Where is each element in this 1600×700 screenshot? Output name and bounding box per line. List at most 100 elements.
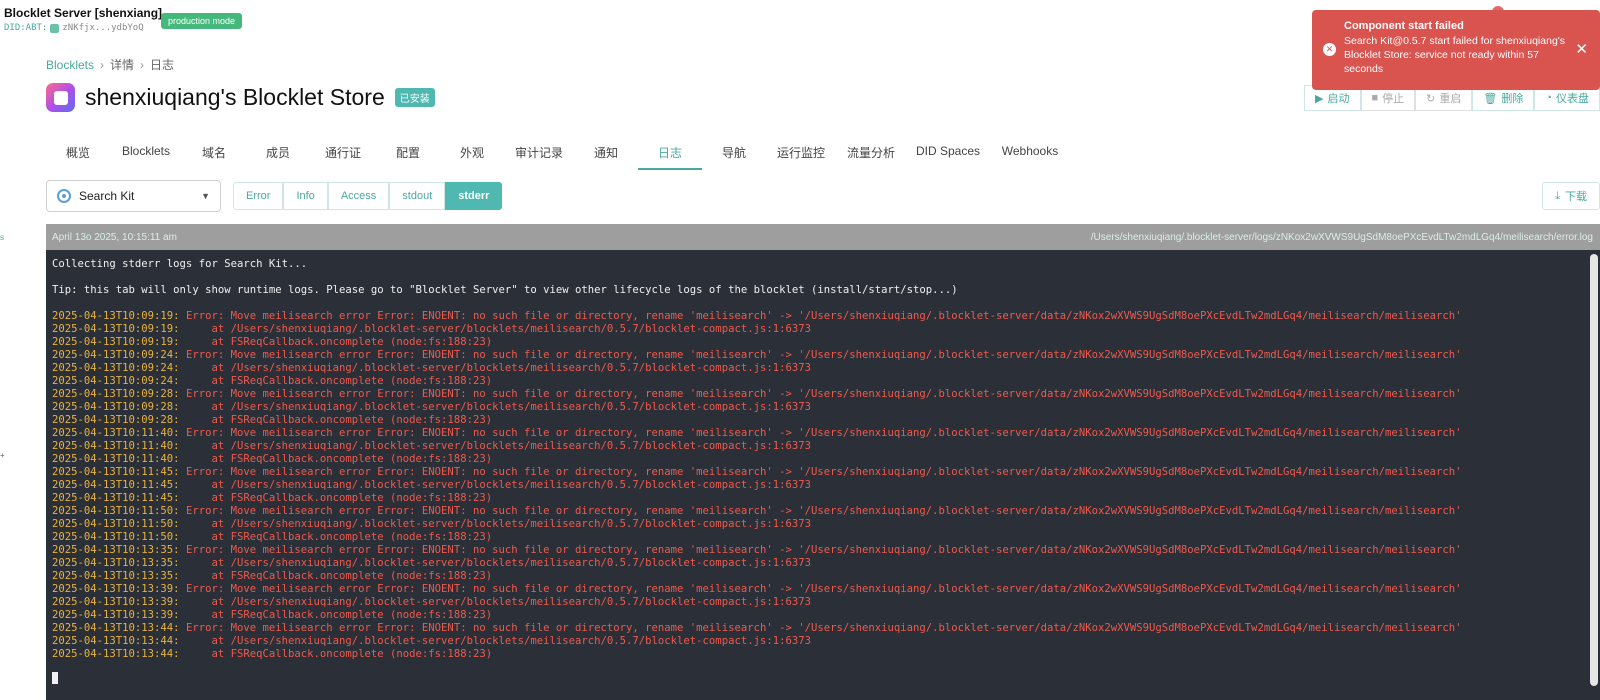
log-row: 2025-04-13T10:13:44: Error: Move meilise… [52, 622, 1594, 635]
download-button[interactable]: ⤓ 下载 [1542, 182, 1600, 210]
trash-icon: 🗑 [1483, 92, 1498, 105]
filter-button-error[interactable]: Error [233, 182, 284, 210]
log-message: Error: Move meilisearch error Error: ENO… [179, 310, 1462, 322]
log-file-path: /Users/shenxiuqiang/.blocklet-server/log… [1090, 231, 1593, 243]
stop-icon: ■ [1371, 92, 1379, 104]
page-title: shenxiuqiang's Blocklet Store [85, 84, 385, 110]
log-row: 2025-04-13T10:11:40: at /Users/shenxiuqi… [52, 440, 1594, 453]
terminal-cursor [52, 672, 58, 684]
log-row: 2025-04-13T10:11:45: at FSReqCallback.on… [52, 492, 1594, 505]
tab-13[interactable]: DID Spaces [906, 137, 990, 170]
filter-button-info[interactable]: Info [283, 182, 328, 210]
toast-message: Search Kit@0.5.7 start failed for shenxi… [1344, 35, 1566, 75]
log-timestamp: 2025-04-13T10:09:28: [52, 414, 180, 426]
download-icon: ⤓ [1555, 189, 1560, 202]
log-timestamp: 2025-04-13T10:09:24: [52, 349, 180, 361]
tab-14[interactable]: Webhooks [990, 137, 1070, 170]
filter-button-stderr[interactable]: stderr [445, 182, 503, 210]
tab-5[interactable]: 配置 [376, 137, 440, 170]
log-row: 2025-04-13T10:09:28: at FSReqCallback.on… [52, 414, 1594, 427]
breadcrumb-separator: › [140, 57, 145, 72]
filter-button-stdout[interactable]: stdout [389, 182, 446, 210]
log-message: at FSReqCallback.oncomplete (node:fs:188… [179, 648, 493, 660]
tab-6[interactable]: 外观 [440, 137, 504, 170]
tab-8[interactable]: 通知 [574, 137, 638, 170]
tab-11[interactable]: 运行监控 [766, 137, 836, 170]
log-message: at FSReqCallback.oncomplete (node:fs:188… [179, 375, 493, 387]
log-scrollbar[interactable] [1590, 254, 1598, 686]
did-value[interactable]: zNKfjx...ydbYoQ [62, 23, 143, 33]
log-row: 2025-04-13T10:09:24: at /Users/shenxiuqi… [52, 362, 1594, 375]
download-label: 下载 [1565, 191, 1587, 203]
log-timestamp: 2025-04-13T10:13:35: [52, 557, 180, 569]
component-select[interactable]: Search Kit ▼ [46, 180, 221, 212]
log-message: Error: Move meilisearch error Error: ENO… [179, 583, 1462, 595]
log-viewer[interactable]: Collecting stderr logs for Search Kit...… [46, 250, 1600, 700]
log-timestamp: 2025-04-13T10:13:35: [52, 544, 180, 556]
tab-2[interactable]: 域名 [182, 137, 246, 170]
tab-10[interactable]: 导航 [702, 137, 766, 170]
log-message: at /Users/shenxiuqiang/.blocklet-server/… [179, 401, 811, 413]
log-spacer [52, 661, 1594, 668]
filter-button-access[interactable]: Access [327, 182, 390, 210]
close-icon[interactable]: ✕ [1575, 40, 1588, 58]
log-message: at /Users/shenxiuqiang/.blocklet-server/… [179, 518, 811, 530]
log-timestamp: 2025-04-13T10:11:40: [52, 440, 180, 452]
component-select-value: Search Kit [79, 189, 135, 203]
search-kit-icon [57, 189, 71, 203]
toast-title: Component start failed [1344, 20, 1464, 32]
tab-1[interactable]: Blocklets [110, 137, 182, 170]
log-row: 2025-04-13T10:13:35: Error: Move meilise… [52, 544, 1594, 557]
chevron-down-icon: ▼ [201, 191, 210, 201]
log-date: April 13o 2025, 10:15:11 am [52, 231, 177, 243]
log-row: 2025-04-13T10:13:35: at FSReqCallback.on… [52, 570, 1594, 583]
log-timestamp: 2025-04-13T10:13:44: [52, 648, 180, 660]
page-header: shenxiuqiang's Blocklet Store 已安装 [46, 83, 435, 112]
log-timestamp: 2025-04-13T10:11:45: [52, 479, 180, 491]
log-message: Error: Move meilisearch error Error: ENO… [179, 427, 1462, 439]
log-timestamp: 2025-04-13T10:09:24: [52, 375, 180, 387]
log-message: Error: Move meilisearch error Error: ENO… [179, 349, 1462, 361]
tab-0[interactable]: 概览 [46, 137, 110, 170]
log-message: at /Users/shenxiuqiang/.blocklet-server/… [179, 323, 811, 335]
log-timestamp: 2025-04-13T10:13:35: [52, 570, 180, 582]
breadcrumb-blocklets[interactable]: Blocklets [46, 58, 94, 72]
log-timestamp: 2025-04-13T10:09:19: [52, 323, 180, 335]
log-intro-line [52, 271, 1594, 284]
error-toast: ✕ Component start failed Search Kit@0.5.… [1312, 10, 1600, 90]
tab-3[interactable]: 成员 [246, 137, 310, 170]
breadcrumb-detail[interactable]: 详情 [110, 56, 134, 73]
tab-12[interactable]: 流量分析 [836, 137, 906, 170]
log-message: at FSReqCallback.oncomplete (node:fs:188… [179, 570, 493, 582]
tab-9[interactable]: 日志 [638, 137, 702, 170]
dashboard-icon: ◔ [1545, 92, 1552, 104]
log-row: 2025-04-13T10:13:39: Error: Move meilise… [52, 583, 1594, 596]
production-mode-badge: production mode [161, 13, 243, 29]
log-timestamp: 2025-04-13T10:13:44: [52, 622, 180, 634]
tab-7[interactable]: 审计记录 [504, 137, 574, 170]
log-timestamp: 2025-04-13T10:13:39: [52, 596, 180, 608]
log-row: 2025-04-13T10:13:35: at /Users/shenxiuqi… [52, 557, 1594, 570]
log-row: 2025-04-13T10:09:28: Error: Move meilise… [52, 388, 1594, 401]
log-timestamp: 2025-04-13T10:11:45: [52, 492, 180, 504]
breadcrumb-separator: › [100, 57, 105, 72]
breadcrumb-current: 日志 [150, 58, 175, 72]
log-timestamp: 2025-04-13T10:11:50: [52, 531, 180, 543]
log-message: at FSReqCallback.oncomplete (node:fs:188… [179, 492, 493, 504]
log-timestamp: 2025-04-13T10:11:50: [52, 505, 180, 517]
log-row: 2025-04-13T10:13:44: at FSReqCallback.on… [52, 648, 1594, 661]
log-timestamp: 2025-04-13T10:09:19: [52, 310, 180, 322]
log-timestamp: 2025-04-13T10:13:39: [52, 609, 180, 621]
log-row: 2025-04-13T10:11:50: at /Users/shenxiuqi… [52, 518, 1594, 531]
log-timestamp: 2025-04-13T10:13:39: [52, 583, 180, 595]
log-row: 2025-04-13T10:09:24: Error: Move meilise… [52, 349, 1594, 362]
log-row: 2025-04-13T10:11:45: at /Users/shenxiuqi… [52, 479, 1594, 492]
log-row: 2025-04-13T10:11:45: Error: Move meilise… [52, 466, 1594, 479]
status-badge: 已安装 [394, 88, 435, 107]
tab-4[interactable]: 通行证 [310, 137, 376, 170]
action-label: 停止 [1382, 93, 1405, 105]
log-timestamp: 2025-04-13T10:11:40: [52, 453, 180, 465]
app-header: Blocklet Server [shenxiang] DID:ABT: zNK… [4, 6, 162, 33]
restart-icon: ↻ [1426, 92, 1436, 105]
log-row: 2025-04-13T10:11:50: at FSReqCallback.on… [52, 531, 1594, 544]
